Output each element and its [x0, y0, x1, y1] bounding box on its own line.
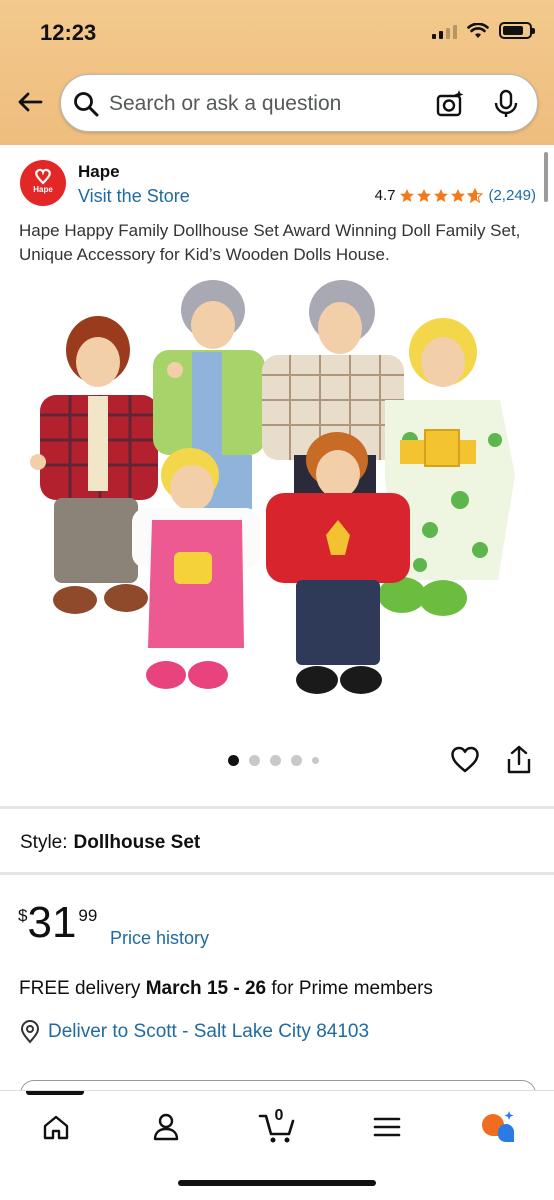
price-fraction: 99 [78, 906, 98, 925]
active-tab-indicator [26, 1091, 84, 1095]
search-icon [74, 92, 99, 117]
rating-summary[interactable]: 4.7 (2,249) [375, 187, 536, 204]
heart-logo-icon [35, 168, 51, 185]
status-bar: 12:23 [0, 0, 554, 64]
style-selector[interactable]: Style: Dollhouse Set [20, 832, 200, 854]
nav-rufus[interactable] [477, 1109, 517, 1145]
carousel-dot[interactable] [249, 755, 260, 766]
delivery-suffix: for Prime members [266, 978, 433, 999]
cellular-signal-icon [432, 23, 457, 39]
search-bar[interactable] [60, 74, 538, 132]
search-input[interactable] [109, 87, 419, 121]
price-currency: $ [18, 906, 28, 925]
brand-logo[interactable]: Hape [20, 160, 66, 206]
carousel-dot[interactable] [270, 755, 281, 766]
battery-icon [499, 22, 535, 39]
back-arrow-icon[interactable] [16, 88, 44, 116]
star-icon [434, 188, 449, 202]
star-icon [451, 188, 466, 202]
star-icon [400, 188, 415, 202]
cart-count: 0 [274, 1107, 284, 1124]
person-icon [153, 1113, 179, 1141]
nav-account[interactable] [146, 1109, 186, 1145]
style-label: Style: [20, 832, 68, 853]
doll-figure [30, 316, 158, 614]
price-whole: 31 [27, 898, 77, 947]
heart-icon[interactable] [450, 745, 480, 775]
product-image[interactable] [0, 270, 554, 740]
divider [0, 872, 554, 875]
delivery-prefix: FREE delivery [19, 978, 146, 999]
visit-store-link[interactable]: Visit the Store [78, 186, 190, 207]
share-icon[interactable] [506, 745, 532, 775]
divider [0, 806, 554, 809]
home-icon [43, 1115, 69, 1140]
delivery-dates: March 15 - 26 [145, 978, 267, 999]
menu-icon [373, 1117, 401, 1137]
nav-menu[interactable] [367, 1109, 407, 1145]
location-pin-icon [20, 1020, 40, 1044]
rating-value: 4.7 [374, 187, 396, 204]
store-row: Hape Hape Visit the Store 4.7 (2,249) [0, 145, 554, 215]
rating-stars [399, 187, 484, 204]
carousel-dot[interactable] [312, 757, 319, 764]
brand-logo-text: Hape [33, 185, 53, 194]
price-history-link[interactable]: Price history [110, 928, 209, 949]
microphone-icon[interactable] [493, 89, 519, 119]
status-time: 12:23 [40, 20, 97, 45]
header: 12:23 [0, 0, 554, 145]
product-title: Hape Happy Family Dollhouse Set Award Wi… [19, 221, 521, 264]
half-star-icon [467, 187, 484, 203]
brand-name[interactable]: Hape [78, 162, 120, 182]
delivery-info: FREE delivery March 15 - 26 for Prime me… [19, 978, 433, 1000]
wifi-icon [467, 22, 489, 38]
rufus-assistant-icon [482, 1111, 514, 1143]
deliver-to-text: Deliver to Scott - Salt Lake City 84103 [48, 1021, 370, 1042]
carousel-dot[interactable] [291, 755, 302, 766]
home-indicator[interactable] [178, 1180, 376, 1186]
star-icon [417, 188, 432, 202]
review-count[interactable]: (2,249) [488, 187, 536, 204]
deliver-to-link[interactable]: Deliver to Scott - Salt Lake City 84103 [20, 1020, 369, 1044]
nav-home[interactable] [36, 1109, 76, 1145]
camera-search-icon[interactable] [435, 89, 465, 119]
carousel-dot[interactable] [228, 755, 239, 766]
style-value: Dollhouse Set [73, 832, 201, 853]
price: $ 31 99 [18, 900, 97, 946]
status-icons [432, 22, 535, 39]
image-carousel-dots[interactable] [228, 755, 319, 766]
